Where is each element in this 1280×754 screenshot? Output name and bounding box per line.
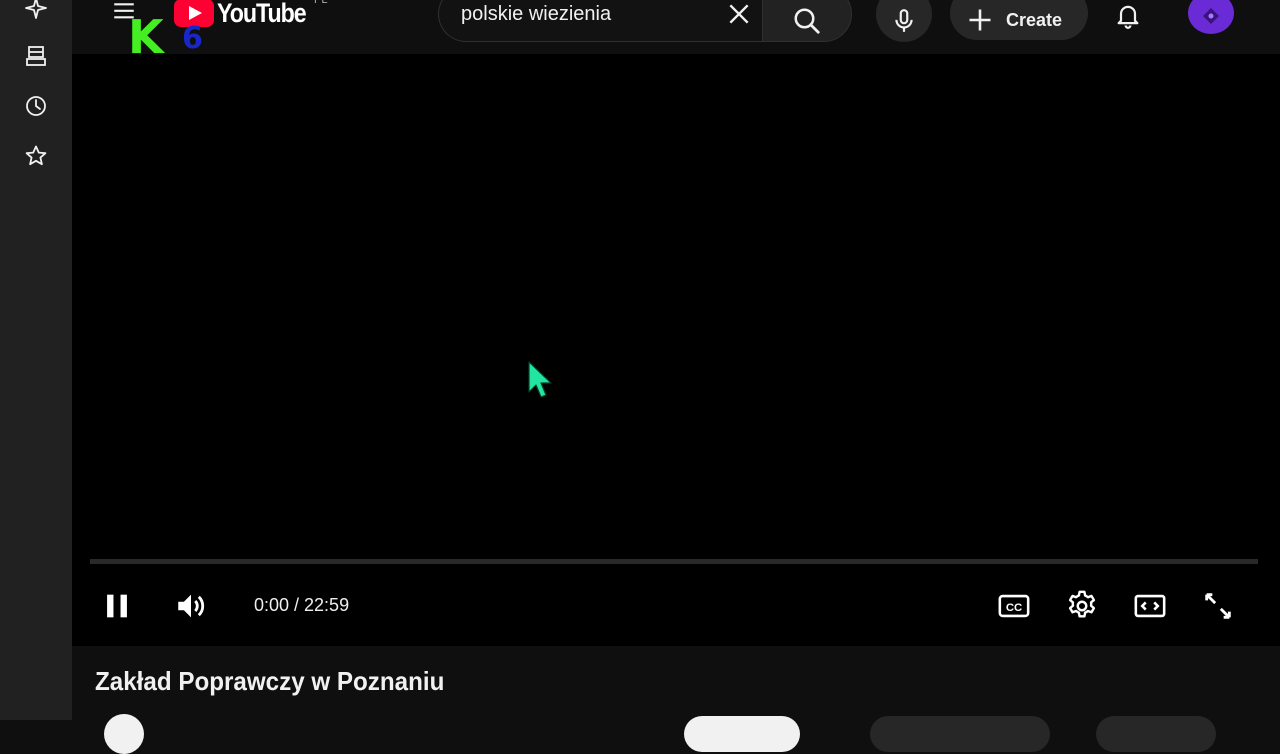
- watermark-digit: 6: [182, 21, 203, 56]
- close-icon: [729, 4, 749, 24]
- mini-guide-rail: [0, 0, 72, 720]
- volume-icon: [178, 594, 205, 618]
- sparkle-button[interactable]: [20, 0, 52, 24]
- search-icon: [794, 8, 820, 34]
- history-icon: [26, 96, 46, 116]
- search-input[interactable]: [461, 3, 711, 26]
- mute-button[interactable]: [171, 586, 211, 626]
- like-dislike-button[interactable]: [870, 716, 1050, 752]
- progress-bar[interactable]: [90, 559, 1258, 564]
- star-icon: [25, 145, 47, 166]
- fullscreen-expand-icon: [1205, 593, 1231, 619]
- settings-button[interactable]: [1062, 586, 1102, 626]
- history-button[interactable]: [20, 90, 52, 122]
- pause-button[interactable]: [97, 586, 137, 626]
- pause-icon: [107, 594, 127, 618]
- closed-captions-icon: CC: [998, 594, 1030, 618]
- account-avatar[interactable]: [1188, 0, 1234, 34]
- gear-icon: [1068, 590, 1096, 618]
- microphone-icon: [895, 9, 913, 32]
- country-code: PL: [314, 0, 328, 6]
- masthead: YouTube PL K 6 Create: [72, 0, 1280, 62]
- subtitles-button[interactable]: CC: [994, 586, 1034, 626]
- watch-later-button[interactable]: [20, 140, 52, 172]
- subscriptions-icon: [26, 46, 46, 66]
- video-title: Zakład Poprawczy w Poznaniu: [95, 666, 445, 696]
- create-button[interactable]: Create: [950, 0, 1088, 40]
- subscriptions-button[interactable]: [20, 40, 52, 72]
- fullscreen-button[interactable]: [1198, 586, 1238, 626]
- time-display: 0:00 / 22:59: [254, 595, 350, 615]
- voice-search-button[interactable]: [876, 0, 932, 42]
- channel-avatar[interactable]: [104, 714, 144, 754]
- avatar-diamond-icon: [1203, 8, 1219, 24]
- svg-text:CC: CC: [1006, 602, 1022, 614]
- plus-icon: [969, 9, 991, 31]
- theater-mode-icon: [1134, 594, 1166, 618]
- create-button-label: Create: [1006, 9, 1063, 30]
- search-button[interactable]: [762, 0, 852, 42]
- share-button[interactable]: [1096, 716, 1216, 752]
- video-player[interactable]: 0:00 / 22:59 CC: [72, 54, 1280, 646]
- bell-icon: [1117, 5, 1139, 29]
- sparkle-icon: [25, 0, 47, 19]
- theater-mode-button[interactable]: [1130, 586, 1170, 626]
- mouse-pointer-icon: [528, 361, 552, 398]
- logo-wordmark: YouTube: [217, 0, 307, 28]
- subscribe-button[interactable]: [684, 716, 800, 752]
- notifications-button[interactable]: [1112, 0, 1144, 30]
- clear-search-button[interactable]: [724, 0, 754, 28]
- search-box: [438, 0, 764, 42]
